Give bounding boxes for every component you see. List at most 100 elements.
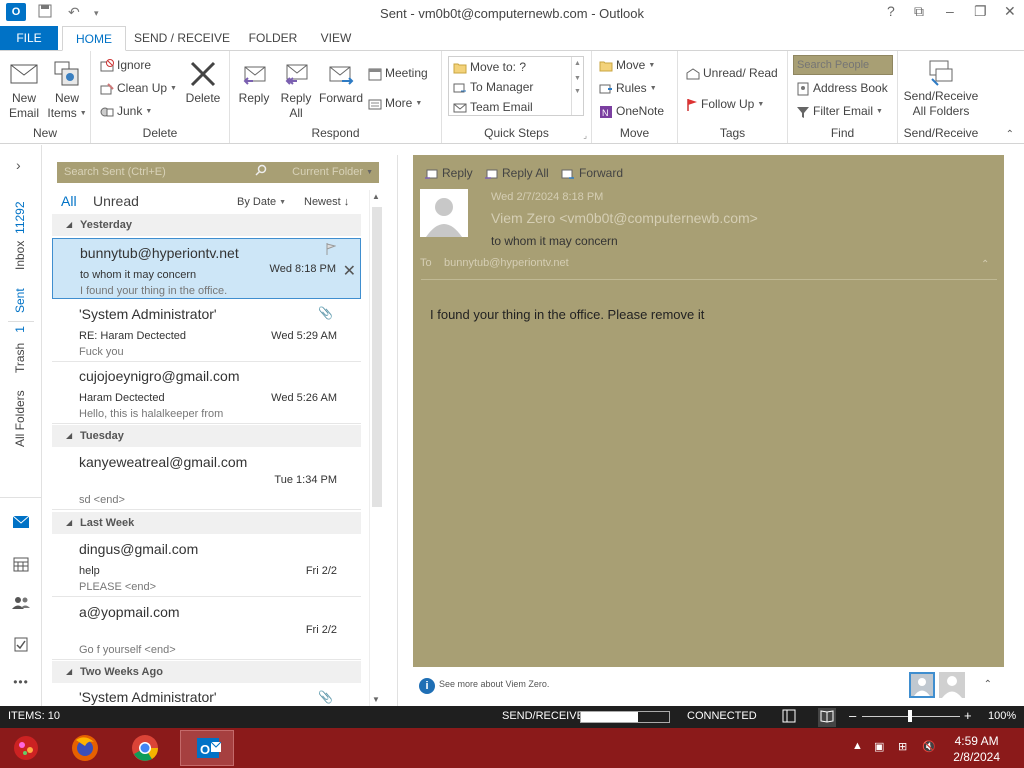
reading-reply-button[interactable]: Reply (424, 166, 473, 180)
group-header-last-week[interactable]: ◢ Last Week (52, 512, 361, 534)
outlook-taskbar-icon[interactable]: O (180, 730, 234, 766)
mail-item[interactable]: cujojoeynigro@gmail.com Haram Dectected … (52, 362, 361, 424)
reading-reply-all-button[interactable]: Reply All (484, 166, 549, 180)
mail-item[interactable]: 'System Administrator' 📎 RE: Haram Decte… (52, 300, 361, 362)
tasks-icon[interactable] (11, 636, 31, 656)
people-icon[interactable] (11, 596, 31, 616)
see-more-link[interactable]: See more about Viem Zero. (439, 679, 549, 689)
people-photo[interactable] (939, 672, 965, 698)
quick-steps-more-icon[interactable]: ▼ (572, 88, 583, 95)
group-header-two-weeks-ago[interactable]: ◢ Two Weeks Ago (52, 661, 361, 683)
group-header-tuesday[interactable]: ◢ Tuesday (52, 425, 361, 447)
sort-by-date[interactable]: By Date ▼ (237, 196, 286, 208)
filter-email-button[interactable]: Filter Email ▼ (796, 101, 883, 121)
zoom-slider-thumb[interactable] (908, 710, 912, 722)
quick-step-move-to[interactable]: Move to: ? (453, 57, 526, 77)
sort-order[interactable]: Newest ↓ (304, 196, 349, 208)
firefox-taskbar-icon[interactable] (58, 730, 112, 766)
follow-up-button[interactable]: Follow Up ▼ (686, 94, 764, 114)
message-to[interactable]: bunnytub@hyperiontv.net (444, 257, 569, 269)
mail-item[interactable]: 'System Administrator' 📎 (52, 684, 361, 706)
mail-item[interactable]: kanyeweatreal@gmail.com sd <end> Tue 1:3… (52, 448, 361, 510)
quick-steps-launcher-icon[interactable]: ⌟ (583, 131, 587, 140)
quick-steps-scroll[interactable]: ▲ ▼ ▼ (571, 57, 583, 115)
nav-all-folders[interactable]: All Folders (13, 390, 27, 447)
reading-view-icon[interactable] (818, 708, 836, 727)
minimize-button[interactable]: – (946, 3, 954, 19)
tab-send-receive[interactable]: SEND / RECEIVE (132, 26, 232, 51)
restore-button[interactable]: ❐ (974, 3, 987, 20)
expand-people-pane-icon[interactable]: ⌃ (984, 679, 992, 690)
forward-button[interactable]: Forward (318, 59, 364, 106)
collapse-triangle-icon[interactable]: ◢ (66, 425, 72, 447)
meeting-button[interactable]: Meeting (368, 63, 428, 83)
chrome-taskbar-icon[interactable] (118, 730, 172, 766)
taskbar-clock[interactable]: 4:59 AM 2/8/2024 (953, 733, 1000, 765)
move-button[interactable]: Move ▼ (599, 55, 655, 75)
quick-step-to-manager[interactable]: To Manager (453, 77, 533, 97)
quick-steps-down-icon[interactable]: ▼ (572, 75, 583, 82)
network-icon[interactable]: ⊞ (898, 740, 907, 753)
reply-button[interactable]: Reply (234, 59, 274, 106)
quick-steps-up-icon[interactable]: ▲ (572, 60, 583, 67)
filter-unread[interactable]: Unread (93, 193, 139, 209)
unread-read-button[interactable]: Unread/ Read (686, 63, 778, 83)
show-hidden-icons[interactable]: ▲ (852, 740, 863, 752)
search-sent-box[interactable]: Search Sent (Ctrl+E) Current Folder ▼ (57, 162, 379, 183)
normal-view-icon[interactable] (782, 709, 796, 726)
collapse-triangle-icon[interactable]: ◢ (66, 661, 72, 683)
onenote-button[interactable]: N OneNote (599, 101, 664, 121)
zoom-in-button[interactable]: + (964, 708, 972, 723)
expand-folder-pane-icon[interactable]: › (16, 157, 21, 173)
search-icon[interactable] (255, 164, 267, 179)
scroll-down-icon[interactable]: ▼ (372, 695, 380, 704)
ribbon-display-button[interactable]: ⧉ (914, 3, 924, 20)
scrollbar-thumb[interactable] (372, 207, 382, 507)
new-items-button[interactable]: New Items ▼ (46, 59, 88, 121)
tab-file[interactable]: FILE (0, 26, 58, 50)
collapse-triangle-icon[interactable]: ◢ (66, 214, 72, 236)
search-scope-dropdown[interactable]: Current Folder ▼ (292, 166, 373, 178)
address-book-button[interactable]: Address Book (796, 78, 888, 98)
reply-all-button[interactable]: Reply All (276, 59, 316, 121)
delete-button[interactable]: Delete (183, 59, 223, 106)
action-center-icon[interactable]: ▣ (874, 740, 884, 753)
more-modules-icon[interactable]: ••• (11, 675, 31, 695)
more-respond-button[interactable]: More ▼ (368, 93, 422, 113)
tab-folder[interactable]: FOLDER (242, 26, 304, 51)
collapse-header-icon[interactable]: ⌃ (981, 259, 989, 270)
nav-sent[interactable]: Sent (13, 288, 27, 313)
zoom-out-button[interactable]: – (849, 708, 856, 723)
delete-item-icon[interactable]: ✕ (343, 261, 356, 281)
search-people-input[interactable] (793, 55, 893, 75)
mail-icon[interactable] (11, 515, 31, 535)
start-button[interactable] (0, 730, 52, 766)
calendar-icon[interactable] (11, 556, 31, 576)
mail-item[interactable]: dingus@gmail.com help PLEASE <end> Fri 2… (52, 535, 361, 597)
collapse-ribbon-icon[interactable]: ⌃ (1006, 129, 1014, 140)
mail-item[interactable]: a@yopmail.com Go f yourself <end> Fri 2/… (52, 598, 361, 660)
mail-item-selected[interactable]: bunnytub@hyperiontv.net to whom it may c… (52, 238, 361, 299)
help-button[interactable]: ? (887, 3, 895, 19)
close-button[interactable]: ✕ (1004, 3, 1016, 20)
flag-outline-icon[interactable] (326, 243, 336, 255)
nav-trash[interactable]: Trash 1 (13, 326, 27, 373)
people-photo-selected[interactable] (909, 672, 935, 698)
rules-button[interactable]: Rules ▼ (599, 78, 657, 98)
collapse-triangle-icon[interactable]: ◢ (66, 512, 72, 534)
group-header-yesterday[interactable]: ◢ Yesterday (52, 214, 361, 236)
send-receive-all-button[interactable]: Send/Receive All Folders (901, 57, 981, 119)
tab-view[interactable]: VIEW (312, 26, 360, 51)
new-email-button[interactable]: New Email (4, 59, 44, 121)
zoom-level[interactable]: 100% (988, 710, 1016, 722)
mail-list-scrollbar[interactable]: ▲ ▼ (369, 190, 383, 706)
reading-forward-button[interactable]: Forward (561, 166, 623, 180)
tab-home[interactable]: HOME (62, 26, 126, 51)
volume-muted-icon[interactable]: 🔇 (922, 740, 936, 753)
clean-up-button[interactable]: Clean Up ▼ (100, 78, 177, 98)
nav-inbox[interactable]: Inbox 11292 (13, 201, 27, 270)
ignore-button[interactable]: Ignore (100, 55, 151, 75)
quick-step-team-email[interactable]: Team Email (453, 97, 533, 117)
scroll-up-icon[interactable]: ▲ (372, 192, 380, 201)
message-from[interactable]: Viem Zero <vm0b0t@computernewb.com> (491, 210, 758, 226)
